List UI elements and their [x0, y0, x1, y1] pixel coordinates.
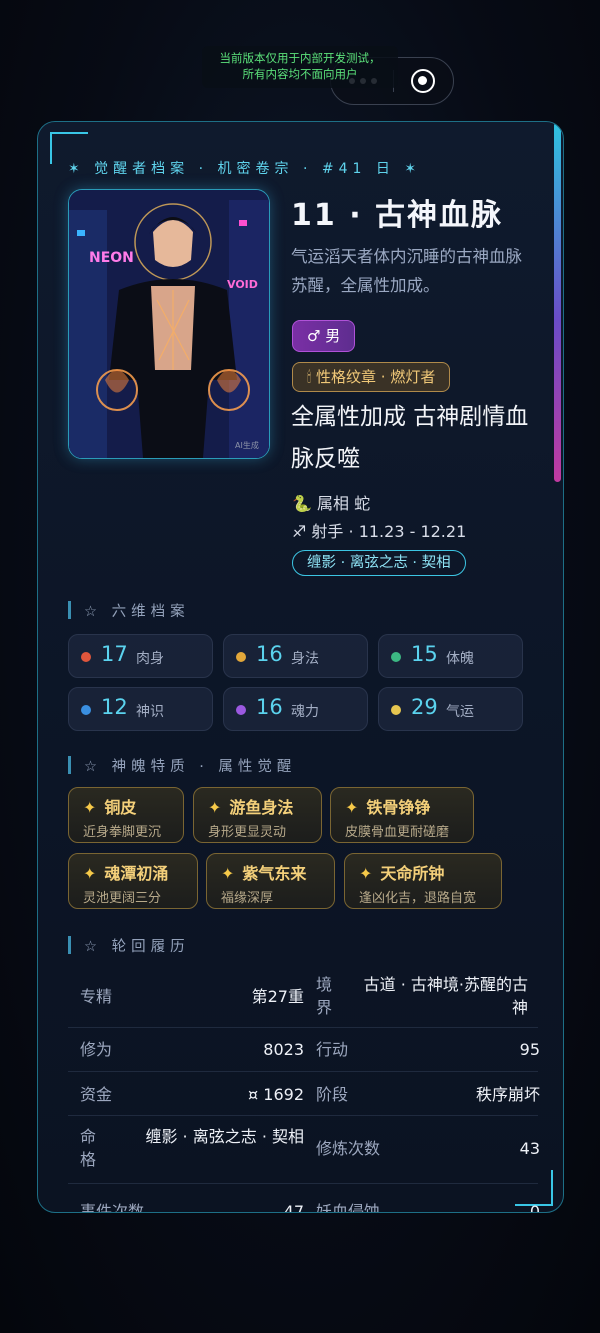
section-title-stats-label: ☆ 六维档案	[84, 604, 190, 620]
trait-desc: 皮膜骨血更耐磋磨	[345, 825, 450, 840]
trait-desc: 身形更显灵动	[208, 825, 287, 840]
dev-notice-line-1: 当前版本仅用于内部开发测试，	[219, 51, 381, 65]
stat-label: 肉身	[136, 651, 164, 667]
character-portrait: NEON VOID AI生成	[68, 189, 270, 459]
history-value: 秩序崩坏	[475, 1085, 540, 1104]
trait-desc: 逢凶化吉，退路自宽	[359, 891, 477, 906]
stat-label: 身法	[291, 651, 319, 667]
history-value: 第27重	[251, 987, 304, 1006]
stat-value: 29	[411, 695, 438, 719]
profile-title: 11 · 古神血脉	[291, 198, 504, 233]
dev-notice-banner: 当前版本仅用于内部开发测试， 所有内容均不面向用户	[202, 46, 398, 88]
sparkle-icon: ✦	[208, 798, 222, 817]
stat-card: 15 体魄	[378, 634, 523, 678]
trait-name: 铜皮	[104, 798, 137, 817]
sparkle-icon: ✦	[83, 864, 97, 883]
sparkle-icon: ✦	[345, 798, 359, 817]
history-row: 命格 缠影 · 离弦之志 · 契相 修炼次数 43	[68, 1115, 540, 1184]
history-key: 行动	[316, 1040, 349, 1059]
stat-label: 气运	[446, 704, 474, 720]
stat-card: 12 神识	[68, 687, 213, 731]
bonus-effects: 全属性加成 古神剧情血脉反噬	[291, 404, 529, 472]
stat-value: 16	[256, 642, 283, 666]
trait-card: ✦ 游鱼身法 身形更显灵动	[193, 787, 322, 843]
scrollbar[interactable]	[554, 122, 561, 482]
history-row: 修为 8023 行动 95	[68, 1027, 540, 1072]
trait-card: ✦ 紫气东来 福缘深厚	[206, 853, 335, 909]
stat-value: 15	[411, 642, 438, 666]
zodiac-animal: 🐍 属相 蛇	[292, 494, 371, 513]
history-key: 修为	[80, 1040, 113, 1059]
close-target-icon[interactable]	[411, 69, 435, 93]
trait-desc: 近身拳脚更沉	[83, 825, 162, 840]
history-key: 阶段	[316, 1085, 349, 1104]
stat-dot-icon	[81, 705, 91, 715]
stat-label: 体魄	[446, 651, 474, 667]
trait-name: 天命所钟	[380, 864, 445, 883]
history-row: 专精 第27重 境界 古道 · 古神境·苏醒的古神	[68, 965, 538, 1028]
stat-card: 16 魂力	[223, 687, 368, 731]
history-value: 古道 · 古神境·苏醒的古神	[363, 975, 528, 1017]
trait-card: ✦ 铁骨铮铮 皮膜骨血更耐磋磨	[330, 787, 474, 843]
zodiac-sign: ♐ 射手 · 11.23 - 12.21	[292, 522, 467, 541]
trait-name: 游鱼身法	[229, 798, 294, 817]
portrait-illustration: NEON VOID AI生成	[69, 190, 269, 458]
history-row: 事件次数 47 妖血侵蚀 0	[68, 1183, 540, 1213]
stat-label: 魂力	[291, 704, 319, 720]
trait-card: ✦ 铜皮 近身拳脚更沉	[68, 787, 184, 843]
trait-card: ✦ 魂潭初涌 灵池更阔三分	[68, 853, 198, 909]
history-value: 95	[519, 1040, 540, 1059]
stat-dot-icon	[391, 705, 401, 715]
sparkle-icon: ✦	[83, 798, 97, 817]
history-value: 0	[529, 1202, 540, 1213]
gender-tag: ♂ 男	[292, 320, 356, 352]
dev-notice-line-2: 所有内容均不面向用户	[242, 67, 358, 81]
stat-value: 17	[101, 642, 128, 666]
trait-name: 魂潭初涌	[104, 864, 169, 883]
history-value: 43	[519, 1139, 540, 1158]
stat-dot-icon	[236, 652, 246, 662]
history-value: 8023	[263, 1040, 304, 1059]
history-key: 命格	[80, 1127, 97, 1169]
trait-card: ✦ 天命所钟 逢凶化吉，退路自宽	[344, 853, 502, 909]
trait-name: 紫气东来	[242, 864, 307, 883]
history-row: 资金 ¤ 1692 阶段 秩序崩坏	[68, 1071, 540, 1116]
neon-sign-text: NEON	[89, 250, 134, 266]
stat-value: 16	[256, 695, 283, 719]
history-key: 资金	[80, 1085, 113, 1104]
ai-watermark: AI生成	[235, 440, 259, 450]
section-title-stats: ☆ 六维档案	[68, 600, 190, 621]
stat-value: 12	[101, 695, 128, 719]
profile-card: ✶ 觉醒者档案 · 机密卷宗 · #41 日 ✶ NEON VOID AI生成 …	[37, 121, 564, 1213]
section-title-traits-label: ☆ 神魄特质 · 属性觉醒	[84, 759, 297, 775]
stat-dot-icon	[81, 652, 91, 662]
personality-badge: 🕯 性格纹章 · 燃灯者	[292, 362, 451, 392]
stat-card: 17 肉身	[68, 634, 213, 678]
section-title-history-label: ☆ 轮回履历	[84, 939, 190, 955]
section-title-history: ☆ 轮回履历	[68, 935, 190, 956]
stat-card: 16 身法	[223, 634, 368, 678]
profile-description: 气运滔天者体内沉睡的古神血脉苏醒，全属性加成。	[291, 247, 522, 295]
section-title-traits: ☆ 神魄特质 · 属性觉醒	[68, 755, 296, 776]
history-key: 境界	[316, 975, 333, 1017]
history-value: ¤ 1692	[248, 1085, 304, 1104]
history-value: 缠影 · 离弦之志 · 契相	[145, 1127, 304, 1146]
fate-tags-pill: 缠影 · 离弦之志 · 契相	[292, 550, 466, 576]
stat-card: 29 气运	[378, 687, 523, 731]
history-value: 47	[283, 1202, 304, 1213]
stat-dot-icon	[391, 652, 401, 662]
void-sign-text: VOID	[227, 278, 258, 291]
stat-dot-icon	[236, 705, 246, 715]
stat-label: 神识	[136, 704, 164, 720]
trait-desc: 灵池更阔三分	[83, 891, 162, 906]
sparkle-icon: ✦	[221, 864, 235, 883]
trait-desc: 福缘深厚	[221, 891, 274, 906]
archive-header: ✶ 觉醒者档案 · 机密卷宗 · #41 日 ✶	[68, 161, 422, 177]
history-key: 专精	[80, 987, 113, 1006]
sparkle-icon: ✦	[359, 864, 373, 883]
trait-name: 铁骨铮铮	[366, 798, 431, 817]
history-key: 事件次数	[80, 1202, 145, 1213]
